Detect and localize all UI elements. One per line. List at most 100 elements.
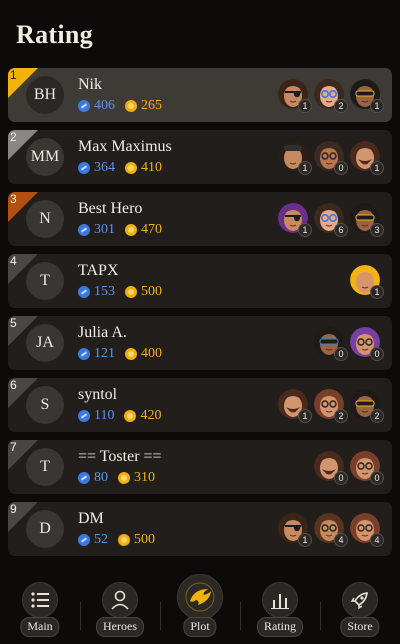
hero-count-badge: 1 [370, 161, 384, 175]
hero-portrait[interactable]: 1 [278, 141, 312, 175]
rating-row[interactable]: 7 T == Toster == 80 310 0 0 [8, 440, 392, 494]
hero-count-badge: 1 [298, 533, 312, 547]
player-stats: 52 500 [78, 532, 155, 548]
rating-row[interactable]: 5 JA Julia A. 121 400 0 0 [8, 316, 392, 370]
hero-portrait[interactable]: 0 [314, 451, 348, 485]
hero-count-badge: 2 [334, 409, 348, 423]
player-stats: 153 500 [78, 284, 162, 300]
coin-value: 500 [134, 532, 155, 547]
xp-value: 364 [94, 160, 115, 175]
nav-label: Main [20, 617, 60, 637]
xp-icon [78, 472, 90, 484]
avatar: MM [26, 138, 64, 176]
hero-portrait[interactable]: 0 [314, 327, 348, 361]
hero-portrait[interactable]: 0 [314, 141, 348, 175]
rating-row[interactable]: 9 D DM 52 500 4 4 1 [8, 502, 392, 556]
nav-store-button[interactable]: Store [330, 582, 390, 642]
hero-portrait[interactable]: 1 [278, 79, 312, 113]
hero-portrait[interactable]: 0 [350, 451, 384, 485]
hero-portrait[interactable]: 1 [350, 79, 384, 113]
hero-count-badge: 0 [370, 347, 384, 361]
hero-count-badge: 0 [370, 471, 384, 485]
nav-divider [240, 602, 241, 630]
coin-value: 400 [141, 346, 162, 361]
page-title: Rating [16, 20, 93, 49]
nav-label: Store [340, 617, 380, 637]
hero-portrait[interactable]: 2 [350, 389, 384, 423]
player-name: TAPX [78, 262, 119, 279]
nav-label: Plot [183, 617, 217, 637]
hero-count-badge: 0 [334, 161, 348, 175]
nav-heroes-button[interactable]: Heroes [90, 582, 150, 642]
player-name: Nik [78, 76, 102, 93]
hero-portrait[interactable]: 1 [278, 513, 312, 547]
rating-row[interactable]: 3 N Best Hero 301 470 3 6 1 [8, 192, 392, 246]
xp-value: 301 [94, 222, 115, 237]
player-stats: 121 400 [78, 346, 162, 362]
avatar: BH [26, 76, 64, 114]
coin-value: 265 [141, 98, 162, 113]
hero-portrait[interactable]: 0 [350, 327, 384, 361]
hero-portrait[interactable]: 3 [350, 203, 384, 237]
xp-value: 110 [94, 408, 115, 423]
nav-divider [320, 602, 321, 630]
xp-value: 52 [94, 532, 108, 547]
hero-count-badge: 4 [370, 533, 384, 547]
hero-portrait[interactable]: 6 [314, 203, 348, 237]
coin-value: 470 [141, 222, 162, 237]
hero-count-badge: 2 [334, 99, 348, 113]
nav-main-button[interactable]: Main [10, 582, 70, 642]
coin-value: 420 [140, 408, 162, 423]
rank-number: 2 [10, 130, 17, 144]
hero-count-badge: 0 [334, 471, 348, 485]
hero-portrait[interactable]: 4 [350, 513, 384, 547]
hero-portrait[interactable]: 4 [314, 513, 348, 547]
hero-list: 3 6 1 [272, 203, 384, 237]
player-name: Max Maximus [78, 138, 172, 155]
list-icon [22, 582, 58, 618]
xp-value: 80 [94, 470, 108, 485]
hero-count-badge: 1 [298, 409, 312, 423]
rating-row[interactable]: 4 T TAPX 153 500 1 [8, 254, 392, 308]
hero-count-badge: 1 [298, 161, 312, 175]
avatar: D [26, 510, 64, 548]
hero-count-badge: 6 [334, 223, 348, 237]
nav-rating-button[interactable]: Rating [250, 582, 310, 642]
hero-portrait[interactable]: 2 [314, 79, 348, 113]
hero-portrait[interactable]: 2 [314, 389, 348, 423]
hero-portrait[interactable]: 1 [350, 265, 384, 299]
xp-icon [78, 100, 90, 112]
player-stats: 364 410 [78, 160, 162, 176]
hero-portrait[interactable]: 1 [278, 389, 312, 423]
hero-portrait[interactable]: 1 [278, 203, 312, 237]
hero-count-badge: 4 [334, 533, 348, 547]
hero-list: 4 4 1 [272, 513, 384, 547]
rank-number: 6 [10, 378, 17, 392]
xp-icon [78, 162, 90, 174]
coin-value: 500 [141, 284, 162, 299]
nav-plot-button[interactable]: Plot [170, 574, 230, 642]
rank-number: 7 [10, 440, 17, 454]
avatar: N [26, 200, 64, 238]
avatar: JA [26, 324, 64, 362]
hero-list: 00 [308, 451, 384, 485]
rating-list: 1 BH Nik 406 265 1 2 1 2 MM Max Maximus 364 410 1 0 1 3 N… [8, 68, 392, 564]
hero-portrait[interactable]: 1 [350, 141, 384, 175]
bottom-nav: Main Heroes Plot Rating Store [0, 570, 400, 644]
player-stats: 80 310 [78, 470, 155, 486]
nav-label: Rating [257, 617, 303, 637]
coin-icon [125, 162, 137, 174]
rank-number: 9 [10, 502, 17, 516]
rank-number: 4 [10, 254, 17, 268]
rating-row[interactable]: 2 MM Max Maximus 364 410 1 0 1 [8, 130, 392, 184]
rocket-icon [342, 582, 378, 618]
xp-value: 406 [94, 98, 115, 113]
hero-list: 1 2 1 [272, 79, 384, 113]
player-stats: 301 470 [78, 222, 162, 238]
rating-row[interactable]: 6 Ssyntol 110 420 2 2 1 [8, 378, 392, 432]
nav-label: Heroes [96, 617, 144, 637]
avatar: T [26, 448, 64, 486]
hero-count-badge: 0 [334, 347, 348, 361]
rating-row[interactable]: 1 BH Nik 406 265 1 2 1 [8, 68, 392, 122]
rank-number: 3 [10, 192, 17, 206]
